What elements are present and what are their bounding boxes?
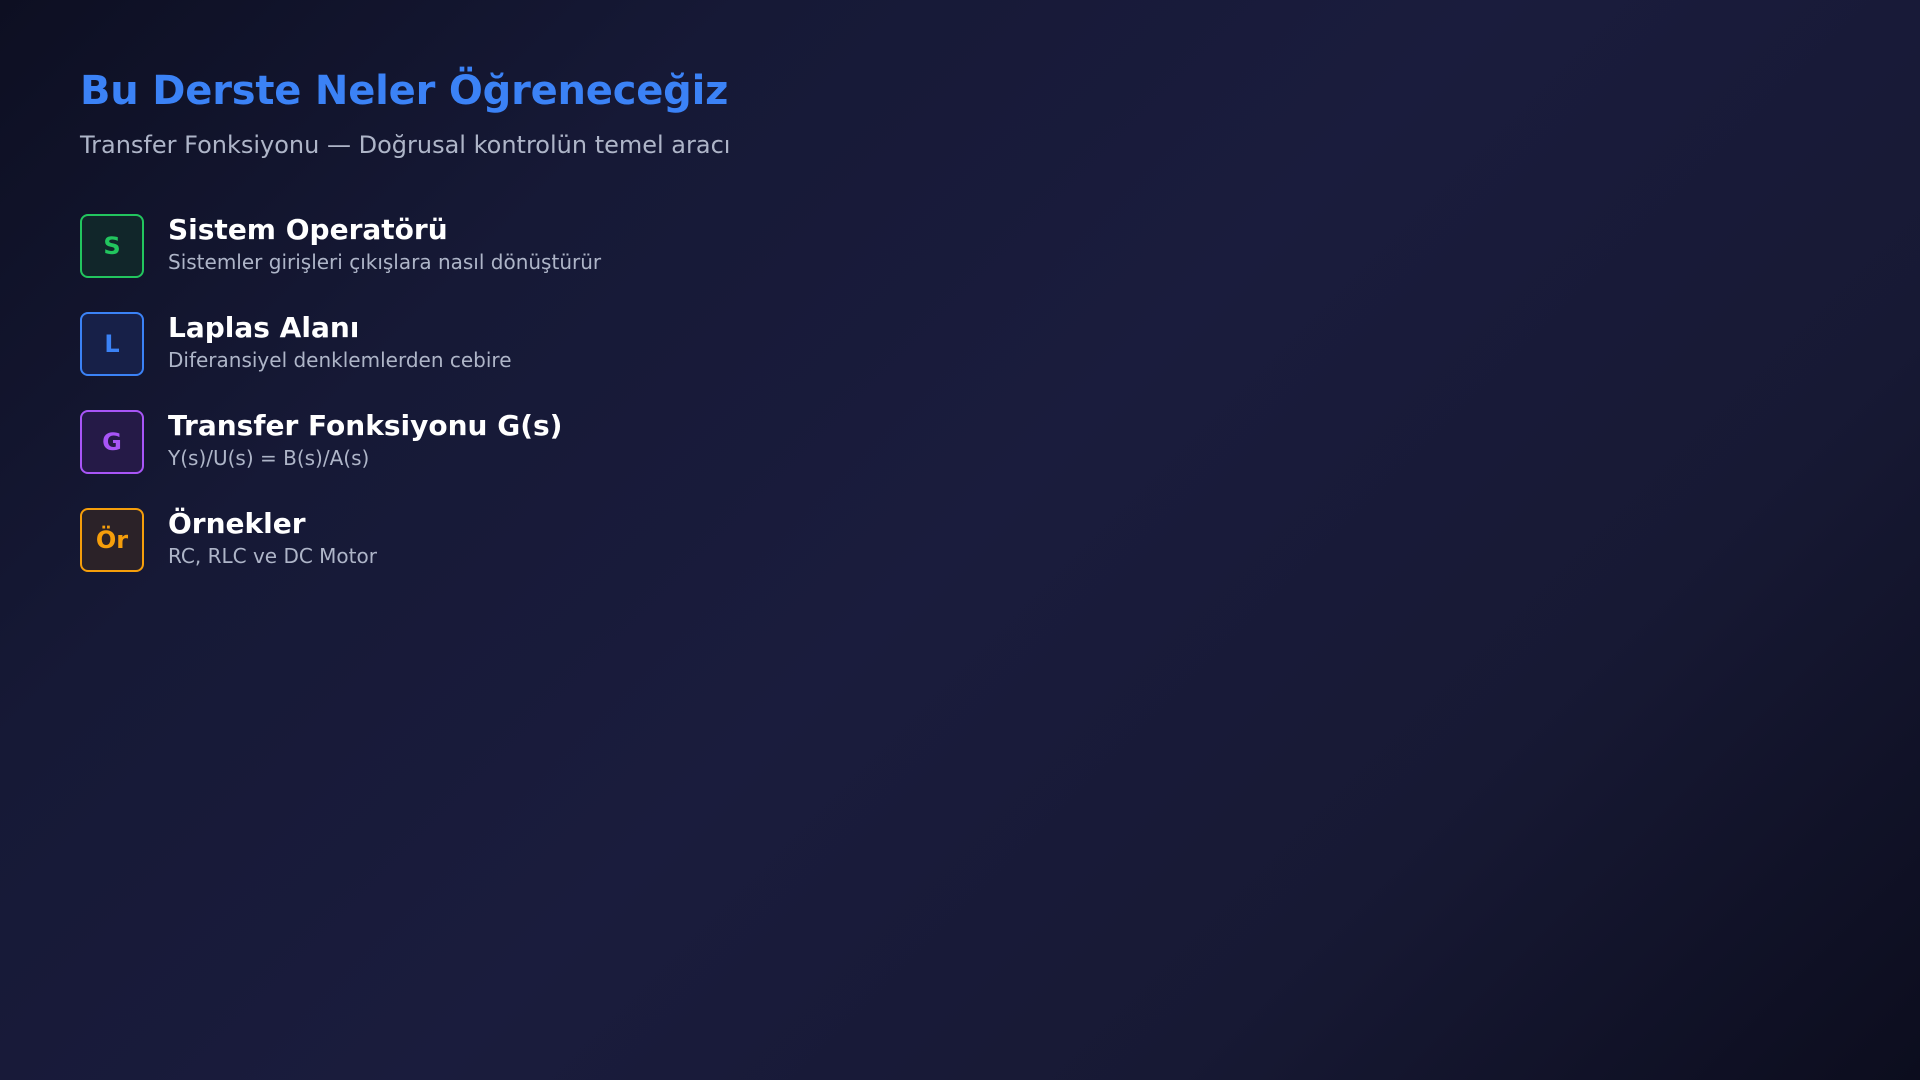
topic-description: Y(s)/U(s) = B(s)/A(s): [168, 446, 370, 470]
topic-badge: S: [80, 214, 144, 278]
topic-badge: G: [80, 410, 144, 474]
page-title: Bu Derste Neler Öğreneceğiz: [80, 68, 729, 114]
topic-item-system-operator: S Sistem Operatörü Sistemler girişleri ç…: [80, 212, 1780, 278]
topic-description: Diferansiyel denklemlerden cebire: [168, 348, 512, 372]
topic-badge: L: [80, 312, 144, 376]
topic-text: Transfer Fonksiyonu G(s) Y(s)/U(s) = B(s…: [168, 408, 562, 472]
topic-title: Sistem Operatörü: [168, 213, 448, 246]
topic-list: S Sistem Operatörü Sistemler girişleri ç…: [80, 212, 1780, 572]
slide: Bu Derste Neler Öğreneceğiz Transfer Fon…: [80, 60, 1780, 572]
topic-text: Laplas Alanı Diferansiyel denklemlerden …: [168, 310, 512, 374]
topic-title: Transfer Fonksiyonu G(s): [168, 409, 563, 442]
topic-text: Sistem Operatörü Sistemler girişleri çık…: [168, 212, 601, 276]
topic-badge: Ör: [80, 508, 144, 572]
topic-title: Örnekler: [168, 507, 306, 540]
topic-item-examples: Ör Örnekler RC, RLC ve DC Motor: [80, 506, 1780, 572]
page-subtitle: Transfer Fonksiyonu — Doğrusal kontrolün…: [80, 131, 731, 159]
topic-text: Örnekler RC, RLC ve DC Motor: [168, 506, 377, 570]
topic-description: Sistemler girişleri çıkışlara nasıl dönü…: [168, 250, 602, 274]
topic-title: Laplas Alanı: [168, 311, 360, 344]
topic-description: RC, RLC ve DC Motor: [168, 544, 377, 568]
topic-item-transfer-function: G Transfer Fonksiyonu G(s) Y(s)/U(s) = B…: [80, 408, 1780, 474]
topic-item-laplace-domain: L Laplas Alanı Diferansiyel denklemlerde…: [80, 310, 1780, 376]
